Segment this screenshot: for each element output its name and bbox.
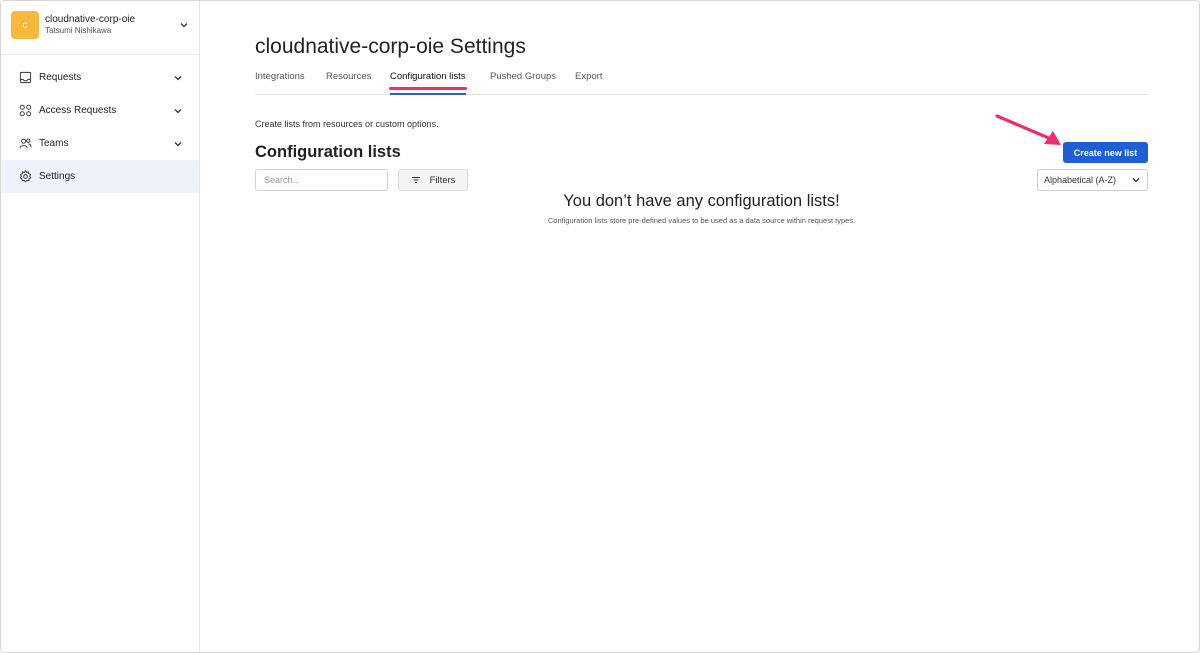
search-input[interactable] (255, 169, 388, 191)
sidebar-item-teams[interactable]: Teams (1, 127, 199, 160)
filters-button[interactable]: Filters (398, 169, 468, 191)
sidebar-item-settings[interactable]: Settings (1, 160, 199, 193)
sidebar-item-label: Teams (39, 138, 69, 149)
sidebar-item-label: Settings (39, 171, 76, 182)
sidebar-nav: Requests Access Requests Teams Settings (1, 61, 199, 193)
sidebar: c cloudnative-corp-oie Tatsumi Nishikawa… (1, 1, 200, 652)
chevron-down-icon[interactable] (179, 20, 189, 30)
tab-resources[interactable]: Resources (326, 71, 371, 95)
chevron-down-icon (1131, 175, 1141, 185)
annotation-arrow-icon (995, 114, 1061, 145)
org-avatar: c (11, 11, 39, 39)
tab-integrations[interactable]: Integrations (255, 71, 305, 95)
sidebar-item-requests[interactable]: Requests (1, 61, 199, 94)
sidebar-divider (1, 54, 200, 55)
inbox-icon (19, 71, 32, 84)
empty-state-title: You don’t have any configuration lists! (563, 192, 840, 210)
tab-pushed-groups[interactable]: Pushed Groups (490, 71, 556, 95)
chevron-down-icon[interactable] (173, 106, 183, 116)
create-new-list-button[interactable]: Create new list (1063, 142, 1148, 163)
tab-configuration-lists[interactable]: Configuration lists (389, 71, 467, 95)
sidebar-item-label: Requests (39, 72, 82, 83)
gear-icon (19, 170, 32, 183)
section-title: Configuration lists (255, 143, 401, 161)
chevron-down-icon[interactable] (173, 73, 183, 83)
grid-icon (19, 104, 32, 117)
empty-state-subtitle: Configuration lists store pre-defined va… (547, 216, 856, 225)
sidebar-item-access-requests[interactable]: Access Requests (1, 94, 199, 127)
tab-export[interactable]: Export (575, 71, 602, 95)
org-switcher[interactable]: c cloudnative-corp-oie Tatsumi Nishikawa (11, 11, 189, 39)
chevron-down-icon[interactable] (173, 139, 183, 149)
org-user-name: Tatsumi Nishikawa (45, 26, 112, 35)
people-icon (19, 137, 32, 150)
settings-tabs: Integrations Resources Configuration lis… (255, 71, 1148, 95)
sort-value: Alphabetical (A-Z) (1044, 175, 1117, 185)
app-window: c cloudnative-corp-oie Tatsumi Nishikawa… (0, 0, 1200, 653)
main-content: cloudnative-corp-oie Settings Integratio… (255, 1, 1148, 652)
sidebar-item-label: Access Requests (39, 105, 117, 116)
sort-select[interactable]: Alphabetical (A-Z) (1037, 169, 1148, 191)
filters-label: Filters (429, 174, 456, 186)
page-title: cloudnative-corp-oie Settings (255, 35, 526, 58)
filter-icon (411, 176, 420, 184)
org-name: cloudnative-corp-oie (45, 14, 136, 25)
section-description: Create lists from resources or custom op… (255, 119, 439, 129)
